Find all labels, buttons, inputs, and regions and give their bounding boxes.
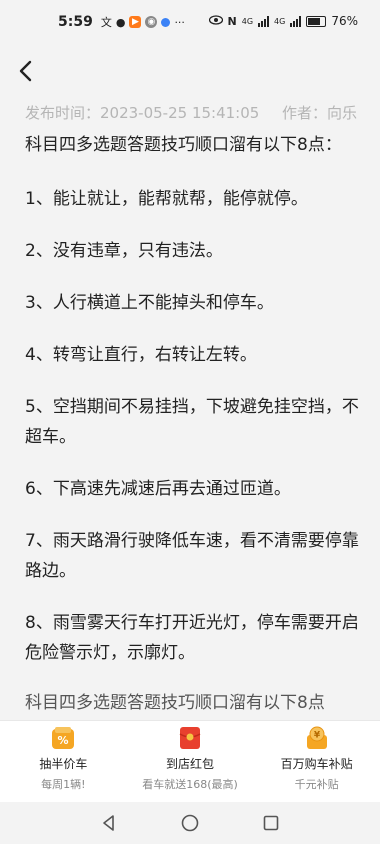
status-bar: 5:59 文 ● ▶ ◉ ··· N 4G 4G 76%: [0, 0, 380, 44]
signal-icon: [258, 15, 270, 27]
nfc-icon: N: [227, 14, 237, 28]
partial-next-line: 科目四多选题答题技巧顺口溜有以下8点: [25, 693, 325, 713]
battery-icon: [306, 15, 327, 27]
notification-icon: 文: [100, 16, 112, 29]
status-right: N 4G 4G 76%: [208, 14, 358, 28]
back-button[interactable]: [12, 56, 42, 86]
article-body: 科目四多选题答题技巧顺口溜有以下8点： 1、能让就让，能帮就帮，能停就停。 2、…: [25, 130, 363, 690]
article-item-4: 4、转弯让直行，右转让左转。: [25, 345, 257, 365]
app-icon: ◉: [145, 16, 158, 28]
promo-bar: % 抽半价车 每周1辆! 到店红包 看车就送168(最高) ¥ 百万购车补贴 千…: [0, 720, 380, 803]
svg-text:¥: ¥: [314, 731, 321, 741]
nav-recents-square-icon[interactable]: [260, 812, 282, 834]
half-price-tag-icon: %: [52, 727, 75, 749]
promo-title: 抽半价车: [39, 757, 88, 771]
dot-icon: [161, 17, 171, 27]
signal-icon-2: [290, 15, 302, 27]
article-meta: 发布时间：2023-05-25 15:41:05 作者：向乐: [25, 102, 365, 123]
article-item-8: 8、雨雪雾天行车打开近光灯，停车需要开启危险警示灯，示廓灯。: [25, 613, 359, 663]
video-app-icon: ▶: [129, 16, 142, 28]
article-item-7: 7、雨天路滑行驶降低车速，看不清需要停靠路边。: [25, 531, 359, 581]
promo-subtitle: 看车就送168(最高): [142, 778, 238, 791]
promo-store-red-envelope[interactable]: 到店红包 看车就送168(最高): [127, 721, 254, 803]
more-icon: ···: [174, 15, 185, 29]
promo-subtitle: 千元补贴: [294, 778, 339, 791]
nav-back-triangle-icon[interactable]: [98, 812, 120, 834]
status-left: 5:59 文 ● ▶ ◉ ···: [58, 14, 185, 30]
chevron-left-icon: [19, 60, 32, 82]
top-nav-bar: [0, 44, 380, 100]
red-envelope-icon: [179, 727, 201, 749]
promo-subtitle: 每周1辆!: [41, 778, 86, 791]
article-content[interactable]: 发布时间：2023-05-25 15:41:05 作者：向乐 科目四多选题答题技…: [0, 100, 380, 720]
article-item-3: 3、人行横道上不能掉头和停车。: [25, 293, 274, 313]
article-title-line: 科目四多选题答题技巧顺口溜有以下8点：: [25, 135, 342, 155]
promo-title: 到店红包: [166, 757, 215, 771]
svg-text:%: %: [58, 734, 69, 747]
system-nav-bar: [0, 802, 380, 844]
promo-car-subsidy[interactable]: ¥ 百万购车补贴 千元补贴: [253, 721, 380, 803]
author: 作者：向乐: [281, 104, 357, 122]
battery-percent: 76%: [331, 14, 358, 28]
article-item-1: 1、能让就让，能帮就帮，能停就停。: [25, 189, 308, 209]
article-item-6: 6、下高速先减速后再去通过匝道。: [25, 479, 291, 499]
publish-time: 发布时间：2023-05-25 15:41:05: [25, 104, 260, 122]
wechat-badge-icon: ●: [115, 15, 126, 29]
nav-home-circle-icon[interactable]: [179, 812, 201, 834]
network-label-left: 4G: [241, 16, 254, 26]
article-item-2: 2、没有违章，只有违法。: [25, 241, 223, 261]
article-item-5: 5、空挡期间不易挂挡，下坡避免挂空挡，不超车。: [25, 397, 359, 447]
promo-title: 百万购车补贴: [280, 757, 353, 771]
promo-half-price-car[interactable]: % 抽半价车 每周1辆!: [0, 721, 127, 803]
status-time: 5:59: [58, 14, 93, 30]
subsidy-coin-icon: ¥: [306, 726, 327, 749]
network-label-right: 4G: [274, 16, 286, 26]
eye-icon: [208, 14, 223, 28]
